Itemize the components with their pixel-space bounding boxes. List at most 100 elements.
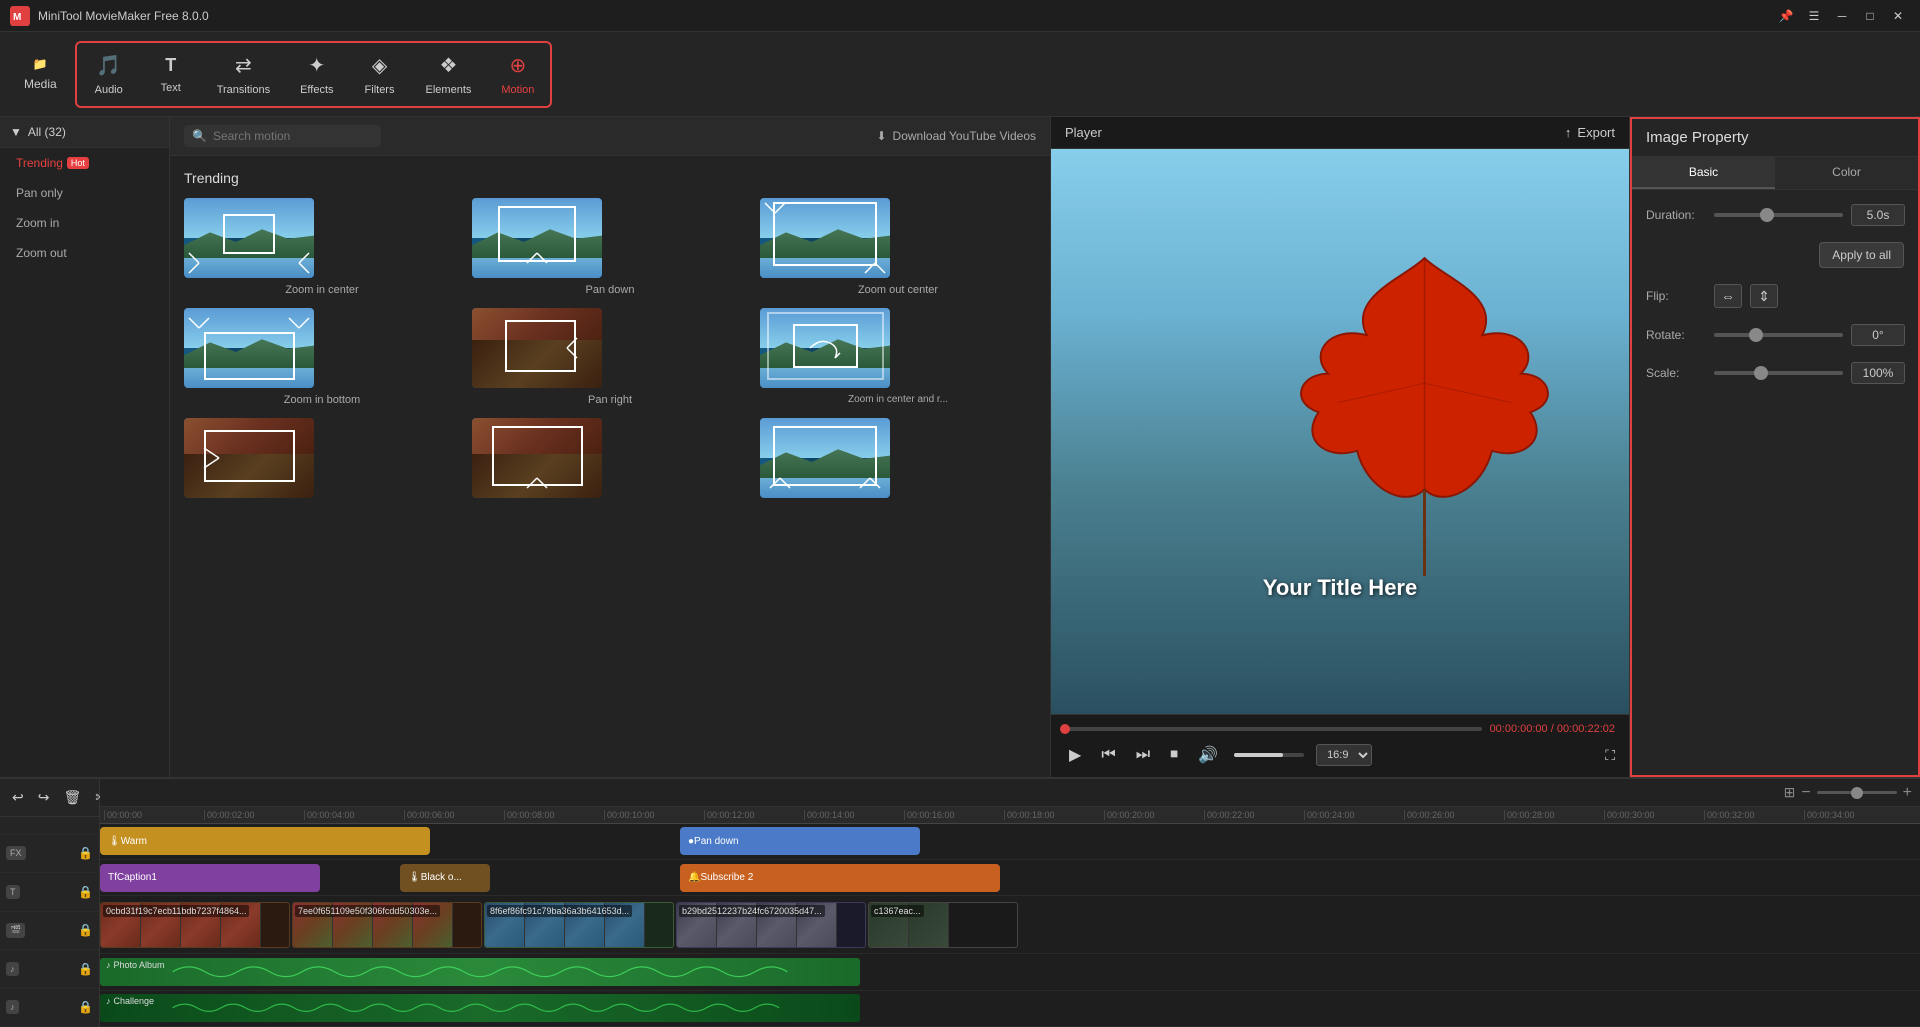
- fullscreen-button[interactable]: ⛶: [1605, 747, 1615, 764]
- audio-clip-2[interactable]: ♪ Challenge: [100, 994, 860, 1022]
- close-button[interactable]: ✕: [1886, 4, 1910, 28]
- sidebar-item-pan-only[interactable]: Pan only: [0, 178, 169, 208]
- ruler-mark-14: 00:00:28:00: [1504, 810, 1604, 820]
- track-content-fx: 🌡 Warm ● Pan down: [100, 824, 1920, 859]
- motion-item-3[interactable]: Zoom out center: [760, 198, 1036, 296]
- effects-label: Effects: [300, 84, 333, 96]
- track-lock-fx[interactable]: 🔒: [78, 846, 93, 860]
- motion-icon: ⊕: [510, 53, 527, 78]
- motion-item-2[interactable]: Pan down: [472, 198, 748, 296]
- motion-thumb-8: [472, 418, 602, 498]
- rotate-value[interactable]: 0°: [1851, 324, 1905, 346]
- video-clip-4[interactable]: b29bd2512237b24fc6720035d47...: [676, 902, 866, 947]
- pin-button[interactable]: 📌: [1774, 4, 1798, 28]
- motion-item-5[interactable]: Pan right: [472, 308, 748, 406]
- clip-warm[interactable]: 🌡 Warm: [100, 827, 430, 855]
- volume-slider[interactable]: [1234, 753, 1304, 757]
- caption-icon: Tf: [108, 872, 117, 883]
- search-input[interactable]: [213, 129, 373, 143]
- track-lock-audio2[interactable]: 🔒: [78, 1000, 93, 1014]
- elements-label: Elements: [426, 84, 472, 96]
- sidebar-item-zoom-in[interactable]: Zoom in: [0, 208, 169, 238]
- motion-item-4[interactable]: Zoom in bottom: [184, 308, 460, 406]
- menu-button[interactable]: ☰: [1802, 4, 1826, 28]
- motion-item-1[interactable]: Zoom in center: [184, 198, 460, 296]
- zoom-plus-button[interactable]: +: [1903, 784, 1912, 802]
- track-row-audio2: ♪ Challenge: [100, 991, 1920, 1027]
- stop-button[interactable]: ⏹: [1166, 742, 1182, 768]
- toolbar-item-text[interactable]: T Text: [141, 45, 201, 104]
- main-toolbar: 📁 Media 🎵 Audio T Text ⇄ Transitions ✦ E…: [0, 32, 1920, 117]
- motion-item-9[interactable]: [760, 418, 1036, 504]
- skip-back-button[interactable]: ⏮: [1097, 742, 1119, 768]
- delete-button[interactable]: 🗑: [59, 785, 85, 810]
- download-youtube-button[interactable]: ⬇ Download YouTube Videos: [876, 129, 1036, 143]
- video-clip-2[interactable]: 7ee0f651109e50f306fcdd50303e...: [292, 902, 482, 947]
- toolbar-item-media[interactable]: 📁 Media: [10, 49, 71, 99]
- media-icon: 📁: [33, 57, 48, 71]
- player-time-display: 00:00:00:00 / 00:00:22:02: [1490, 723, 1615, 735]
- ruler-mark-10: 00:00:20:00: [1104, 810, 1204, 820]
- audio-clip-1[interactable]: ♪ Photo Album: [100, 958, 860, 986]
- scale-value[interactable]: 100%: [1851, 362, 1905, 384]
- sidebar-item-zoom-out[interactable]: Zoom out: [0, 238, 169, 268]
- clip-subscribe2[interactable]: 🔔 Subscribe 2: [680, 864, 1000, 892]
- motion-label-5: Pan right: [472, 394, 748, 406]
- clip-pandown[interactable]: ● Pan down: [680, 827, 920, 855]
- toolbar-item-audio[interactable]: 🎵 Audio: [79, 45, 139, 104]
- flip-horizontal-button[interactable]: ⇔: [1714, 284, 1742, 308]
- video-clip-1[interactable]: 0cbd31f19c7ecb11bdb7237f4864...: [100, 902, 290, 947]
- zoom-slider[interactable]: [1817, 791, 1897, 794]
- motion-item-6[interactable]: Zoom in center and r...: [760, 308, 1036, 406]
- volume-button[interactable]: 🔊: [1194, 741, 1222, 769]
- sidebar-item-trending[interactable]: Trending Hot: [0, 148, 169, 178]
- zoom-minus-button[interactable]: −: [1801, 784, 1810, 802]
- motion-item-7[interactable]: [184, 418, 460, 504]
- video-clip-5[interactable]: c1367eac...: [868, 902, 1018, 947]
- search-box[interactable]: 🔍: [184, 125, 381, 147]
- timeline-zoom-controls: ⊞ − +: [1784, 784, 1912, 802]
- player-title-overlay: Your Title Here: [1263, 575, 1417, 601]
- toolbar-item-elements[interactable]: ❖ Elements: [412, 45, 486, 104]
- skip-forward-button[interactable]: ⏭: [1132, 742, 1154, 768]
- left-panel-header: ▼ All (32): [0, 117, 169, 148]
- ruler-mark-0: 00:00:00: [104, 810, 204, 820]
- apply-to-all-button[interactable]: Apply to all: [1819, 242, 1904, 268]
- toolbar-item-transitions[interactable]: ⇄ Transitions: [203, 45, 284, 104]
- clip-caption1[interactable]: Tf Caption1: [100, 864, 320, 892]
- warm-clip-label: Warm: [121, 836, 147, 847]
- duration-slider[interactable]: [1714, 213, 1843, 217]
- rotate-slider[interactable]: [1714, 333, 1843, 337]
- tab-basic[interactable]: Basic: [1632, 157, 1775, 189]
- timeline-scrubber[interactable]: [1065, 727, 1482, 731]
- clip-blackout[interactable]: 🌡 Black o...: [400, 864, 490, 892]
- all-count-label: All (32): [28, 125, 66, 139]
- track-lock-text[interactable]: 🔒: [78, 885, 93, 899]
- toolbar-item-filters[interactable]: ◈ Filters: [350, 45, 410, 104]
- toolbar-item-effects[interactable]: ✦ Effects: [286, 45, 347, 104]
- duration-value[interactable]: 5.0s: [1851, 204, 1905, 226]
- audio-label: Audio: [95, 84, 123, 96]
- player-buttons-row: ▶ ⏮ ⏭ ⏹ 🔊 16:9 9:16 1:1 4:3 ⛶: [1065, 741, 1615, 769]
- aspect-ratio-select[interactable]: 16:9 9:16 1:1 4:3: [1316, 744, 1372, 766]
- track-lock-audio1[interactable]: 🔒: [78, 962, 93, 976]
- motion-thumb-9: [760, 418, 890, 498]
- tab-color[interactable]: Color: [1775, 157, 1918, 189]
- app-logo: M: [10, 6, 30, 26]
- export-button[interactable]: ↑ Export: [1565, 125, 1615, 140]
- restore-button[interactable]: □: [1858, 4, 1882, 28]
- flip-vertical-button[interactable]: ⇕: [1750, 284, 1778, 308]
- track-lock-video[interactable]: 🔒: [78, 923, 93, 937]
- undo-button[interactable]: ↩: [8, 785, 28, 810]
- blackout-label: Black o...: [421, 872, 462, 883]
- scale-slider[interactable]: [1714, 371, 1843, 375]
- toolbar-item-motion[interactable]: ⊕ Motion: [487, 45, 548, 104]
- text-label: Text: [161, 82, 181, 94]
- motion-item-8[interactable]: [472, 418, 748, 504]
- video-clip-3[interactable]: 8f6ef86fc91c79ba36a3b641653d...: [484, 902, 674, 947]
- play-button[interactable]: ▶: [1065, 741, 1085, 769]
- audio-waveform-1: [100, 958, 860, 986]
- minimize-button[interactable]: ─: [1830, 4, 1854, 28]
- tracks-scroll-area[interactable]: 00:00:00 00:00:02:00 00:00:04:00 00:00:0…: [100, 807, 1920, 1027]
- redo-button[interactable]: ↪: [34, 785, 54, 810]
